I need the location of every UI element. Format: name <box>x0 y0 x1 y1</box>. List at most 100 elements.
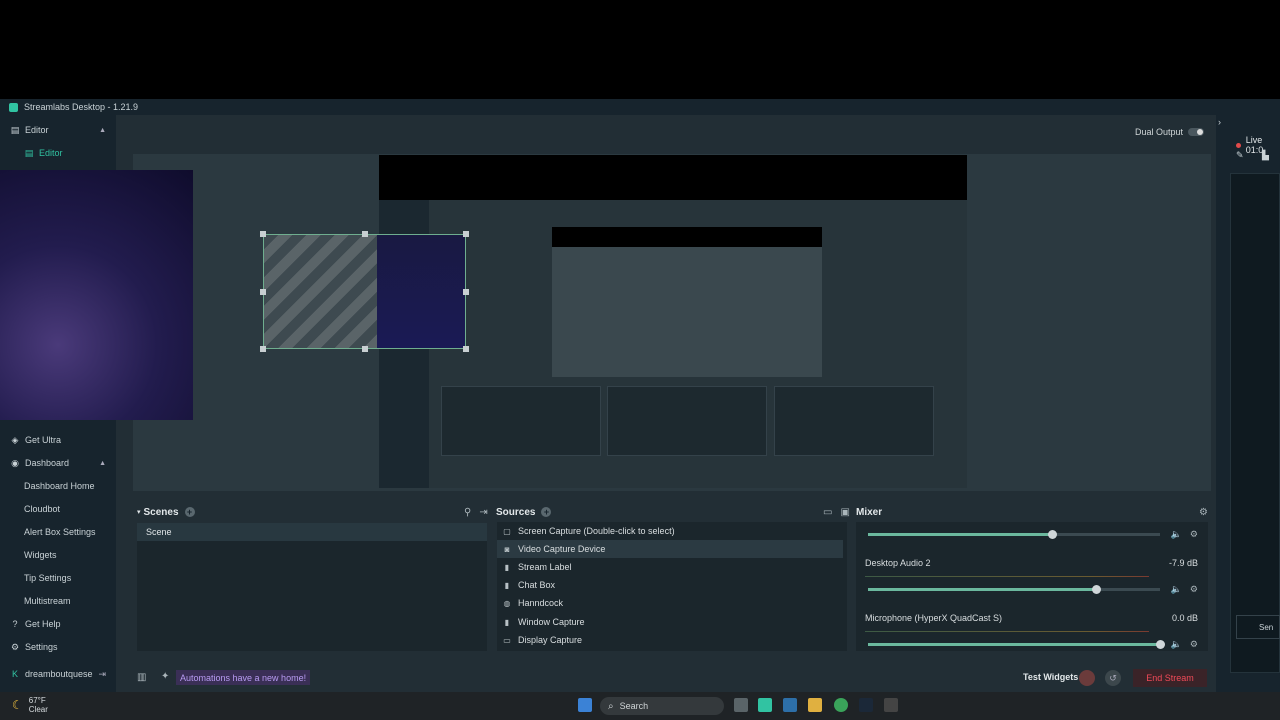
taskbar-search[interactable]: ⌕ Search <box>600 697 724 715</box>
toggle-switch[interactable] <box>1188 128 1204 136</box>
mixer-title: Mixer <box>856 506 883 518</box>
sidebar-user[interactable]: K dreamboutquese ⇥ <box>0 663 116 685</box>
gear-icon[interactable]: ⚙ <box>1199 503 1208 521</box>
stats-icon[interactable]: ▥ <box>137 672 146 683</box>
sidebar-item-alert-box-settings[interactable]: Alert Box Settings <box>0 521 116 543</box>
source-item-screen-capture[interactable]: ▢ Screen Capture (Double-click to select… <box>497 522 843 540</box>
source-tools: ▭ ▣ <box>823 503 850 521</box>
scene-item[interactable]: Scene <box>137 523 487 541</box>
source-label: Chat Box <box>518 580 556 590</box>
volume-slider[interactable] <box>868 640 1165 649</box>
sidebar-item-multistream[interactable]: Multistream <box>0 590 116 612</box>
volume-slider[interactable] <box>868 585 1160 594</box>
volume-knob[interactable] <box>1091 585 1101 594</box>
source-item-hanndcock[interactable]: ◍ Hanndcock <box>497 594 843 612</box>
resize-handle[interactable] <box>362 231 368 237</box>
explorer-icon[interactable] <box>783 698 797 712</box>
add-source-button[interactable]: + <box>541 507 552 517</box>
gear-icon[interactable]: ⚙ <box>1190 639 1198 650</box>
add-folder-icon[interactable]: ▣ <box>840 507 849 518</box>
test-widgets-button[interactable]: Test Widgets <box>1023 672 1078 682</box>
chevron-down-icon[interactable]: ▾ <box>137 508 141 516</box>
window-title: Streamlabs Desktop - 1.21.9 <box>24 102 139 112</box>
resize-handle[interactable] <box>260 289 266 295</box>
volume-slider[interactable] <box>868 530 1160 539</box>
sidebar-item-get-help[interactable]: ? Get Help <box>0 613 116 635</box>
sidebar-section-editor[interactable]: ▤ Editor ▲ <box>0 119 116 141</box>
speaker-icon[interactable]: 🔈 <box>1171 584 1182 595</box>
end-stream-button[interactable]: End Stream <box>1133 669 1207 687</box>
app-icon[interactable] <box>884 698 898 712</box>
sidebar-item-dashboard-home[interactable]: Dashboard Home <box>0 475 116 497</box>
sidebar-item-label: Dashboard Home <box>24 481 95 491</box>
chevron-right-icon[interactable]: › <box>1218 117 1221 127</box>
volume-knob[interactable] <box>1156 640 1165 649</box>
speaker-icon[interactable]: 🔈 <box>1171 639 1182 650</box>
automations-banner[interactable]: Automations have a new home! <box>176 670 311 685</box>
gear-icon[interactable]: ⚙ <box>1190 529 1198 540</box>
resize-handle[interactable] <box>463 346 469 352</box>
send-button[interactable]: Sen <box>1236 615 1280 639</box>
sidebar-item-editor[interactable]: ▤ Editor <box>0 142 116 164</box>
track-db: -7.9 dB <box>1168 558 1198 568</box>
edit-icon[interactable]: ✎ <box>1236 150 1244 161</box>
automation-icon[interactable]: ✦ <box>161 671 169 682</box>
webcam-feed[interactable] <box>0 170 193 420</box>
nested-preview-black-bar <box>379 155 967 200</box>
scenes-header: ▾ Scenes + <box>137 503 195 521</box>
folder-icon[interactable]: ▭ <box>823 507 832 518</box>
sidebar-item-get-ultra[interactable]: ◈ Get Ultra <box>0 429 116 451</box>
dual-output-toggle[interactable]: Dual Output <box>1135 127 1204 137</box>
pin-icon[interactable]: ⚲ <box>464 507 471 518</box>
file-icon: ▮ <box>504 562 510 572</box>
source-item-video-capture[interactable]: ◙ Video Capture Device <box>497 540 843 558</box>
source-item-window-capture[interactable]: ▮ Window Capture <box>497 613 843 631</box>
resize-handle[interactable] <box>260 231 266 237</box>
chrome-icon[interactable] <box>834 698 848 712</box>
sidebar-item-cloudbot[interactable]: Cloudbot <box>0 498 116 520</box>
resize-handle[interactable] <box>463 231 469 237</box>
source-label: Window Capture <box>518 617 585 627</box>
source-item-chat-box[interactable]: ▮ Chat Box <box>497 576 843 594</box>
windows-start-icon[interactable] <box>578 698 592 712</box>
nested-scenes-panel <box>441 386 601 456</box>
sidebar-section-dashboard[interactable]: ◉ Dashboard ▲ <box>0 452 116 474</box>
sources-panel: ▢ Screen Capture (Double-click to select… <box>497 522 847 651</box>
sidebar-item-tip-settings[interactable]: Tip Settings <box>0 567 116 589</box>
moon-icon: ☾ <box>12 698 23 712</box>
source-item-display-capture[interactable]: ▭ Display Capture <box>497 631 843 649</box>
sidebar-item-widgets[interactable]: Widgets <box>0 544 116 566</box>
weather-temp: 67°F <box>28 696 46 705</box>
help-icon: ? <box>12 619 18 629</box>
track-db: 0.0 dB <box>1171 613 1198 623</box>
sidebar-item-settings[interactable]: ⚙ Settings <box>0 636 116 658</box>
collapse-icon[interactable]: ⇥ <box>479 507 487 518</box>
popout-icon[interactable]: ▙ <box>1262 150 1269 161</box>
chat-area[interactable] <box>1230 173 1280 673</box>
record-button[interactable] <box>1079 670 1095 686</box>
preview-canvas[interactable] <box>379 155 967 488</box>
editor-footer: ▥ ✦ Automations have a new home! Test Wi… <box>133 667 1213 689</box>
resize-handle[interactable] <box>260 346 266 352</box>
source-item-stream-label[interactable]: ▮ Stream Label <box>497 558 843 576</box>
resize-handle[interactable] <box>362 346 368 352</box>
streamlabs-logo-icon <box>9 102 18 112</box>
steam-icon[interactable] <box>859 698 873 712</box>
gear-icon[interactable]: ⚙ <box>1190 584 1198 595</box>
sidebar-item-label: Cloudbot <box>24 504 61 514</box>
volume-knob[interactable] <box>1047 530 1057 539</box>
replay-buffer-button[interactable]: ↺ <box>1105 670 1121 686</box>
add-scene-button[interactable]: + <box>184 507 195 517</box>
track-controls: 🔈 ⚙ <box>1171 639 1198 650</box>
streamlabs-taskbar-icon[interactable] <box>758 698 772 712</box>
selected-source-bounds[interactable] <box>260 231 469 352</box>
gear-icon: ⚙ <box>10 641 20 652</box>
weather-widget[interactable]: ☾ 67°F Clear <box>12 696 48 714</box>
live-dock: › Live 01:0 ✎ ▙ Sen <box>1216 115 1280 692</box>
nested-mixer-panel <box>774 386 934 456</box>
task-view-icon[interactable] <box>734 698 748 712</box>
track-name: Desktop Audio 2 <box>865 558 931 568</box>
speaker-icon[interactable]: 🔈 <box>1171 529 1182 540</box>
resize-handle[interactable] <box>463 289 469 295</box>
folder-icon[interactable] <box>808 698 822 712</box>
